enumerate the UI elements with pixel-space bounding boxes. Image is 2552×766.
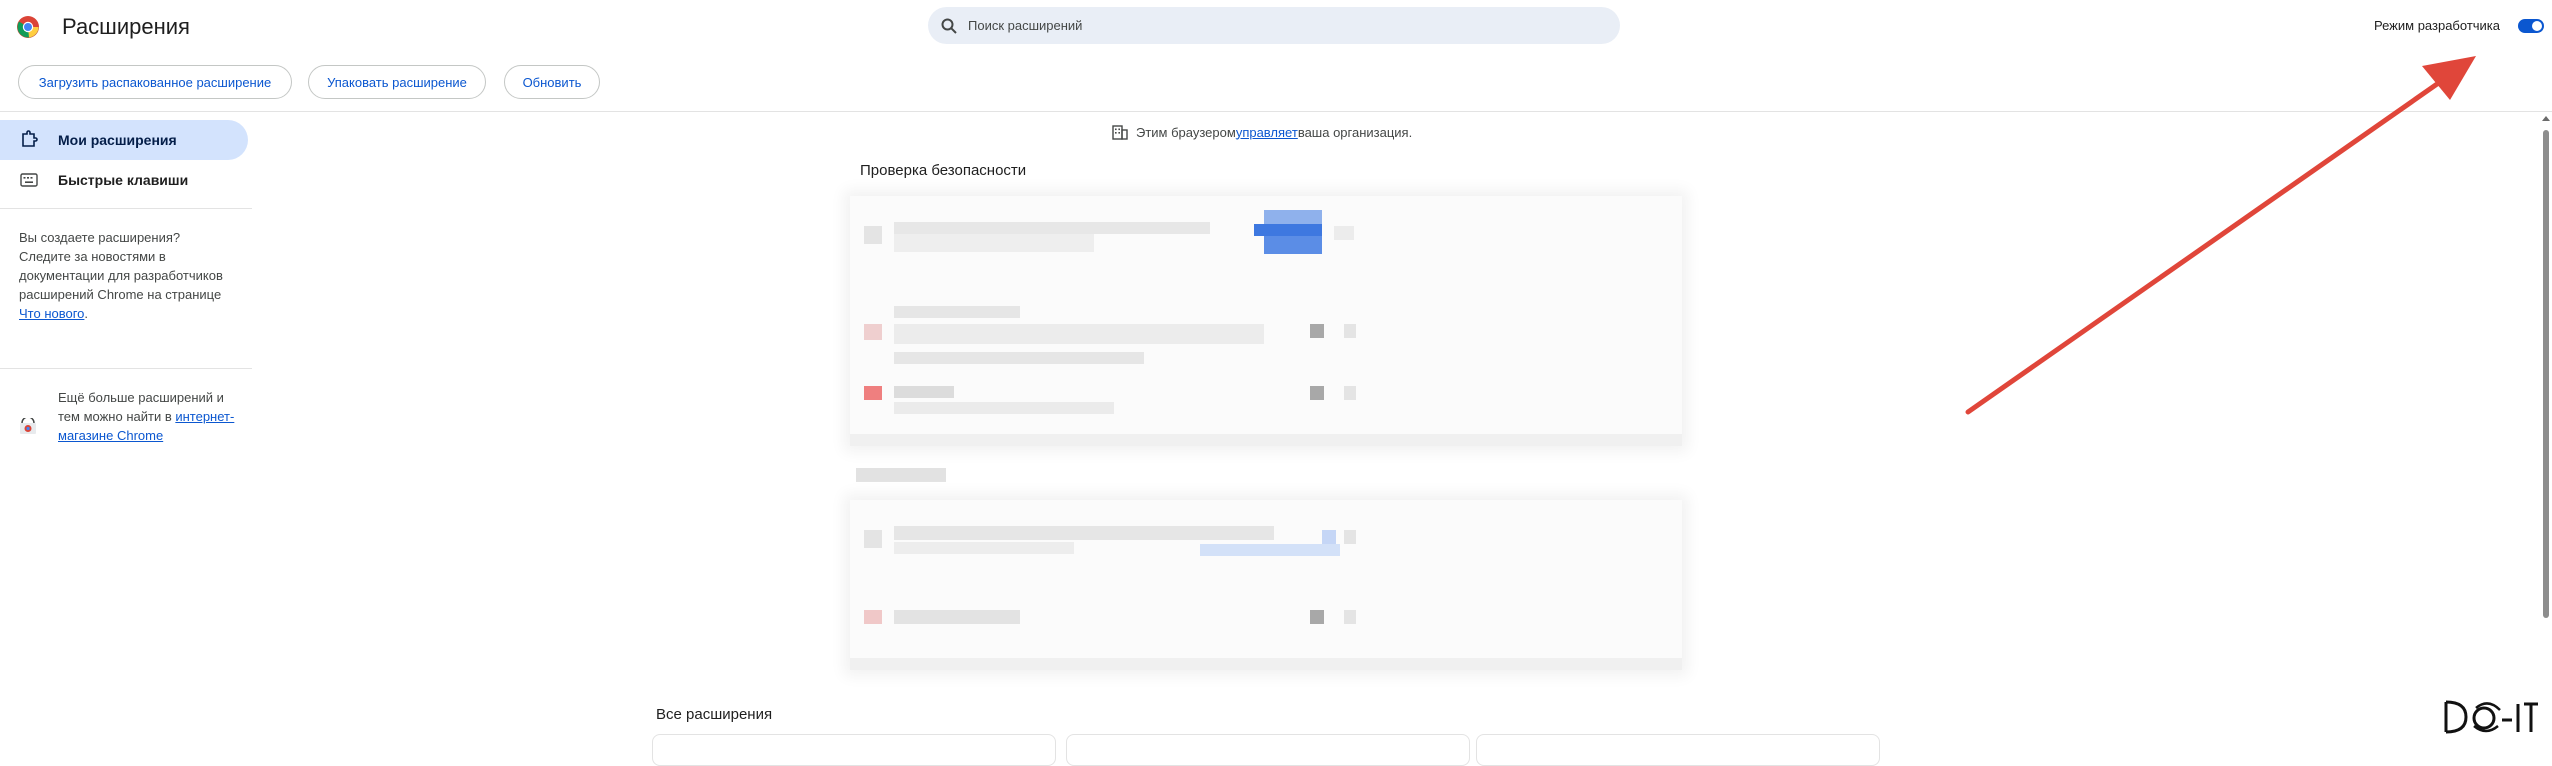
update-button[interactable]: Обновить	[504, 65, 600, 99]
scrollbar-thumb[interactable]	[2543, 130, 2549, 618]
sidebar-divider	[0, 208, 252, 209]
chrome-web-store-icon	[20, 418, 36, 434]
search-box[interactable]	[928, 7, 1620, 44]
safety-check-card	[850, 500, 1682, 670]
safety-check-card	[850, 196, 1682, 446]
load-unpacked-button[interactable]: Загрузить распакованное расширение	[18, 65, 292, 99]
extension-card[interactable]	[1066, 734, 1470, 766]
search-icon	[941, 18, 957, 34]
managed-by-org-notice: Этим браузером управляет ваша организаци…	[1112, 124, 1412, 140]
extension-puzzle-icon	[22, 130, 38, 147]
extension-card[interactable]	[1476, 734, 1880, 766]
building-icon	[1112, 125, 1128, 140]
extension-card[interactable]	[652, 734, 1056, 766]
page-title: Расширения	[62, 14, 190, 39]
sidebar-item-label[interactable]: Мои расширения	[58, 132, 177, 148]
annotation-arrow-icon	[1965, 56, 2476, 415]
toggle-knob	[2532, 21, 2542, 31]
blurred-label	[856, 468, 946, 482]
managed-link[interactable]: управляет	[1236, 125, 1298, 140]
scroll-up-arrow-icon[interactable]	[2540, 112, 2552, 126]
all-extensions-heading: Все расширения	[656, 706, 773, 723]
safety-check-heading: Проверка безопасности	[860, 162, 1027, 179]
developer-promo-text: Вы создаете расширения? Следите за новос…	[19, 230, 223, 321]
dev-mode-toggle[interactable]	[2518, 19, 2544, 33]
webstore-promo-text: Ещё больше расширений и тем можно найти …	[58, 390, 235, 443]
pack-extension-button[interactable]: Упаковать расширение	[308, 65, 486, 99]
keyboard-icon	[20, 173, 38, 187]
dev-mode-label: Режим разработчика	[2374, 18, 2501, 33]
whats-new-link[interactable]: Что нового	[19, 306, 84, 321]
sidebar-item-shortcuts[interactable]: Быстрые клавиши	[58, 172, 188, 188]
watermark-logo-icon	[2444, 700, 2538, 734]
search-input[interactable]	[966, 17, 1590, 34]
chrome-logo-icon	[17, 16, 39, 38]
sidebar-divider	[0, 368, 252, 369]
